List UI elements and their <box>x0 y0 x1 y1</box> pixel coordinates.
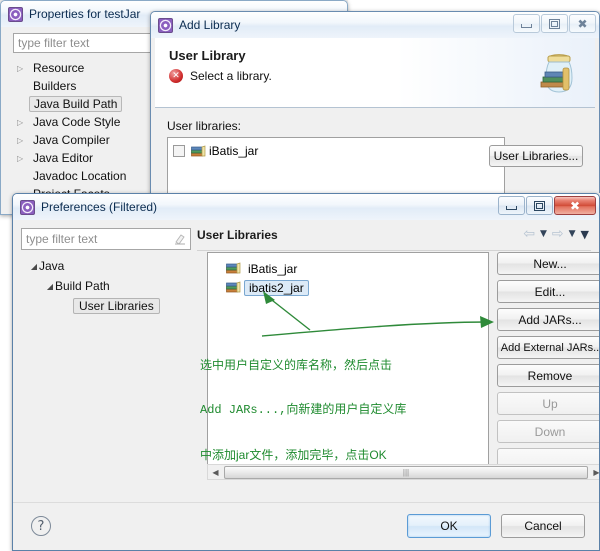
new-button[interactable]: New... <box>497 252 600 275</box>
close-button[interactable]: ✖ <box>569 14 596 33</box>
scroll-right-arrow[interactable]: ▶ <box>589 468 600 477</box>
close-button[interactable]: ✖ <box>554 196 596 215</box>
eclipse-icon <box>8 7 23 22</box>
list-item[interactable]: iBatis_jar <box>214 259 482 278</box>
eclipse-icon <box>158 18 173 33</box>
preferences-filter-input[interactable]: type filter text <box>21 228 191 250</box>
add-library-message-text: Select a library. <box>190 69 272 83</box>
expand-arrow-icon[interactable]: ▷ <box>17 118 29 127</box>
library-name: ibatis2_jar <box>244 280 309 296</box>
page-title: User Libraries <box>197 228 278 242</box>
preferences-window-title: Preferences (Filtered) <box>41 200 157 214</box>
ok-button[interactable]: OK <box>407 514 491 538</box>
library-books-icon <box>226 281 241 294</box>
collapse-arrow-icon[interactable]: ◢ <box>45 282 55 291</box>
library-name: iBatis_jar <box>209 144 258 158</box>
arrow-right-icon[interactable]: ⇨ <box>552 226 564 242</box>
clear-icon[interactable] <box>174 233 186 245</box>
expand-arrow-icon[interactable]: ▷ <box>17 154 29 163</box>
view-menu-icon[interactable]: ▼ <box>581 228 589 241</box>
preferences-sidebar: type filter text ◢ Java ◢ B <box>21 228 191 502</box>
help-icon[interactable]: ? <box>31 516 51 536</box>
page-nav-controls: ⇦ ▼ ⇨ ▼ ▼ <box>523 226 589 242</box>
preferences-window-controls: ✖ <box>497 196 596 215</box>
chevron-down-icon[interactable]: ▼ <box>540 229 547 239</box>
screenshot-root: Properties for testJar type filter text … <box>0 0 600 551</box>
eclipse-icon <box>20 200 35 215</box>
user-libraries-label: User libraries: <box>167 119 583 133</box>
annotation-text: 选中用户自定义的库名称，然后点击 Add JARs...,向新建的用户自定义库 … <box>200 328 406 493</box>
add-jars-button[interactable]: Add JARs... <box>497 308 600 331</box>
annotation-line-1: 选中用户自定义的库名称，然后点击 <box>200 358 406 373</box>
add-external-jars-button[interactable]: Add External JARs.. <box>497 336 600 359</box>
library-name: iBatis_jar <box>244 262 301 276</box>
sidebar-item-java[interactable]: ◢ Java <box>21 256 191 276</box>
arrow-left-icon[interactable]: ⇦ <box>523 226 535 242</box>
user-libraries-button[interactable]: User Libraries... <box>489 145 583 167</box>
error-icon: ✕ <box>169 69 183 83</box>
library-books-icon <box>226 262 241 275</box>
add-library-titlebar[interactable]: Add Library ✖ <box>151 12 599 38</box>
add-library-window: Add Library ✖ User Library ✕ Select a li… <box>150 11 600 196</box>
preferences-tree: ◢ Java ◢ Build Path User Libraries <box>21 256 191 502</box>
sidebar-item-user-libraries[interactable]: User Libraries <box>21 296 191 316</box>
preferences-footer: ? OK Cancel <box>13 502 599 550</box>
cancel-button[interactable]: Cancel <box>501 514 585 538</box>
filter-placeholder: type filter text <box>26 232 97 246</box>
library-books-icon <box>191 145 206 158</box>
expand-arrow-icon[interactable]: ▷ <box>17 64 29 73</box>
chevron-down-icon[interactable]: ▼ <box>569 229 576 239</box>
expand-arrow-icon[interactable]: ▷ <box>17 136 29 145</box>
add-library-header: User Library ✕ Select a library. <box>155 38 595 108</box>
maximize-button[interactable] <box>526 196 553 215</box>
annotation-line-2: Add JARs...,向新建的用户自定义库 <box>200 403 406 418</box>
sidebar-item-build-path[interactable]: ◢ Build Path <box>21 276 191 296</box>
jar-books-icon <box>523 46 579 102</box>
minimize-button[interactable] <box>513 14 540 33</box>
annotation-line-3: 中添加jar文件，添加完毕，点击OK <box>200 448 406 463</box>
minimize-button[interactable] <box>498 196 525 215</box>
checkbox[interactable] <box>173 145 185 157</box>
down-button[interactable]: Down <box>497 420 600 443</box>
add-library-window-title: Add Library <box>179 18 240 32</box>
collapse-arrow-icon[interactable]: ◢ <box>29 262 39 271</box>
list-item[interactable]: ibatis2_jar <box>214 278 482 297</box>
divider <box>197 250 591 251</box>
edit-button[interactable]: Edit... <box>497 280 600 303</box>
add-library-list[interactable]: iBatis_jar <box>167 137 505 196</box>
preferences-titlebar[interactable]: Preferences (Filtered) ✖ <box>13 194 599 220</box>
properties-window-title: Properties for testJar <box>29 7 140 21</box>
list-item[interactable]: iBatis_jar <box>173 142 499 160</box>
up-button[interactable]: Up <box>497 392 600 415</box>
library-action-buttons: New... Edit... Add JARs... Add External … <box>497 252 600 476</box>
remove-button[interactable]: Remove <box>497 364 600 387</box>
add-library-window-controls: ✖ <box>512 14 596 33</box>
maximize-button[interactable] <box>541 14 568 33</box>
